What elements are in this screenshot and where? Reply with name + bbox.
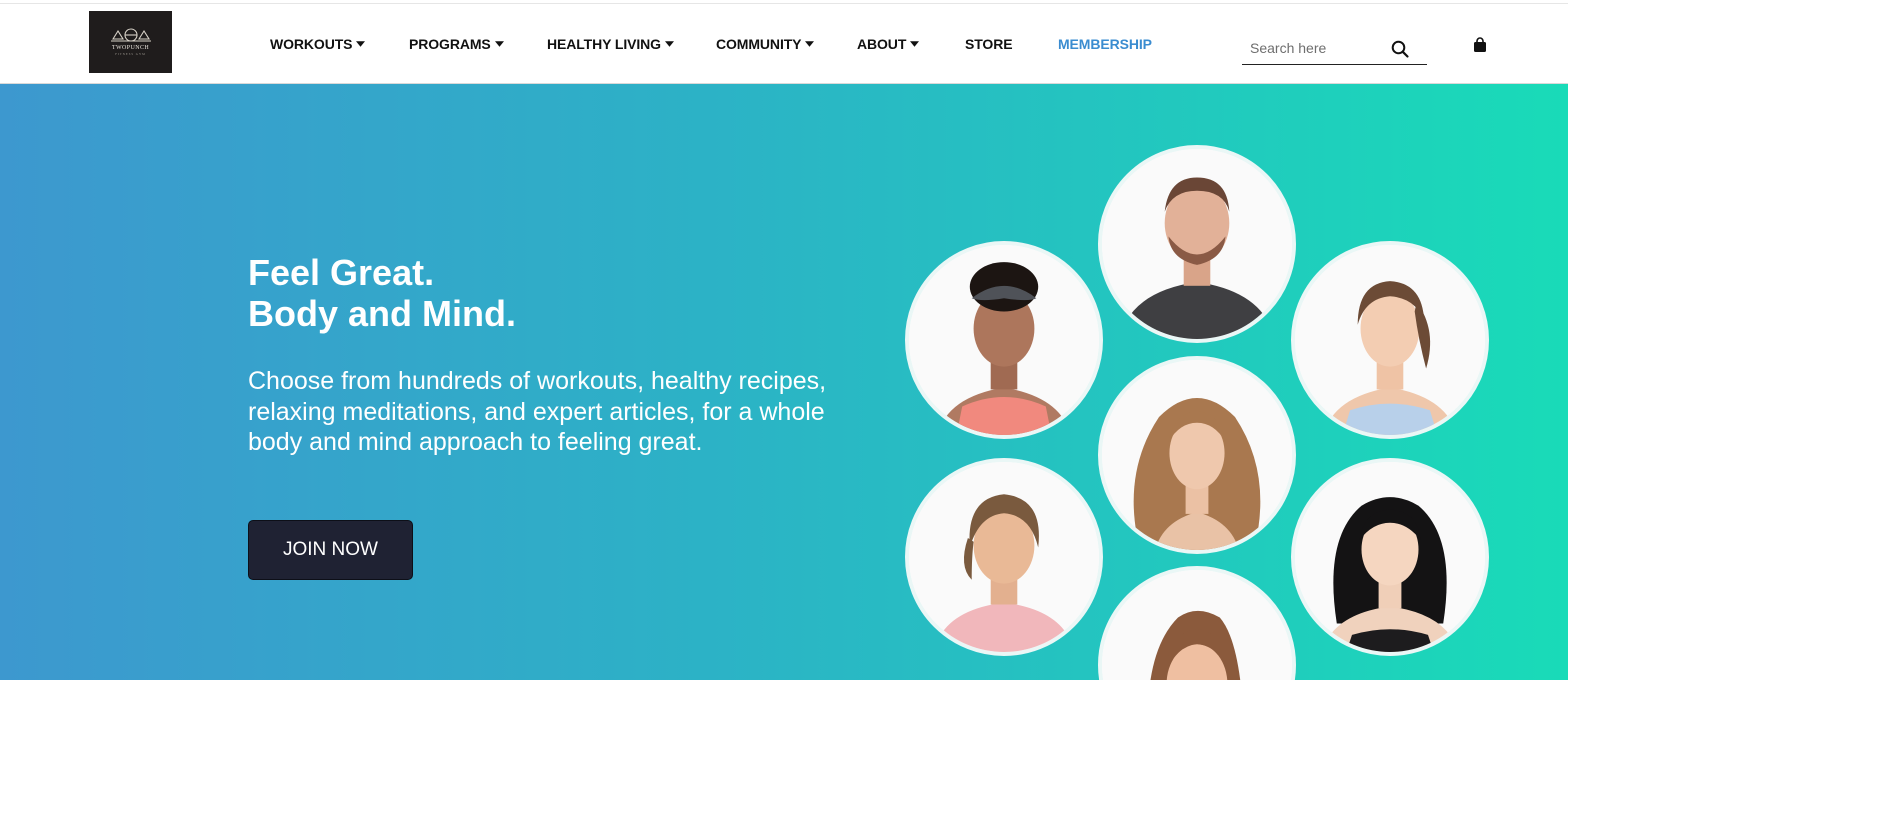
trainer-photo — [1102, 570, 1292, 680]
caret-down-icon — [494, 41, 504, 47]
caret-down-icon — [356, 41, 366, 47]
nav-programs[interactable]: PROGRAMS — [409, 36, 504, 52]
brand-logo[interactable]: TWOPUNCH FITNESS GYM — [89, 11, 172, 73]
hero-headline-line1: Feel Great. — [248, 252, 435, 293]
caret-down-icon — [910, 41, 920, 47]
nav-about[interactable]: ABOUT — [857, 36, 920, 52]
nav-healthy-living-label: HEALTHY LIVING — [547, 36, 661, 52]
trainer-photo — [909, 462, 1099, 652]
shopping-bag-icon[interactable] — [1472, 37, 1488, 53]
nav-store[interactable]: STORE — [965, 36, 1013, 52]
search-box — [1242, 35, 1427, 65]
trainer-avatar — [905, 241, 1103, 439]
join-now-button[interactable]: JOIN NOW — [248, 520, 413, 580]
nav-community-label: COMMUNITY — [716, 36, 802, 52]
hero-section: Feel Great. Body and Mind. Choose from h… — [0, 84, 1568, 680]
nav-programs-label: PROGRAMS — [409, 36, 491, 52]
trainer-avatar — [1098, 145, 1296, 343]
trainer-photo — [909, 245, 1099, 435]
nav-about-label: ABOUT — [857, 36, 907, 52]
trainer-photo — [1295, 462, 1485, 652]
trainer-photo — [1102, 360, 1292, 550]
trainer-avatar — [1098, 566, 1296, 680]
trainer-avatar — [905, 458, 1103, 656]
nav-workouts-label: WORKOUTS — [270, 36, 353, 52]
hero-headline-line2: Body and Mind. — [248, 293, 516, 334]
trainer-avatar — [1291, 458, 1489, 656]
logo-text: TWOPUNCH — [111, 44, 150, 51]
hero-description: Choose from hundreds of workouts, health… — [248, 367, 827, 456]
nav-membership-label: MEMBERSHIP — [1058, 36, 1152, 52]
nav-membership[interactable]: MEMBERSHIP — [1058, 36, 1152, 52]
logo-emblem-icon — [110, 27, 151, 42]
nav-community[interactable]: COMMUNITY — [716, 36, 815, 52]
site-header: TWOPUNCH FITNESS GYM WORKOUTS PROGRAMS H… — [0, 4, 1568, 84]
caret-down-icon — [664, 41, 674, 47]
nav-workouts[interactable]: WORKOUTS — [270, 36, 366, 52]
trainer-avatar — [1098, 356, 1296, 554]
caret-down-icon — [805, 41, 815, 47]
nav-store-label: STORE — [965, 36, 1013, 52]
hero-headline: Feel Great. Body and Mind. — [248, 252, 516, 334]
trainer-photo — [1102, 149, 1292, 339]
search-icon[interactable] — [1390, 39, 1410, 59]
search-input[interactable] — [1250, 37, 1390, 59]
trainer-avatar — [1291, 241, 1489, 439]
logo-tagline: FITNESS GYM — [115, 51, 146, 56]
nav-healthy-living[interactable]: HEALTHY LIVING — [547, 36, 674, 52]
trainer-photo — [1295, 245, 1485, 435]
